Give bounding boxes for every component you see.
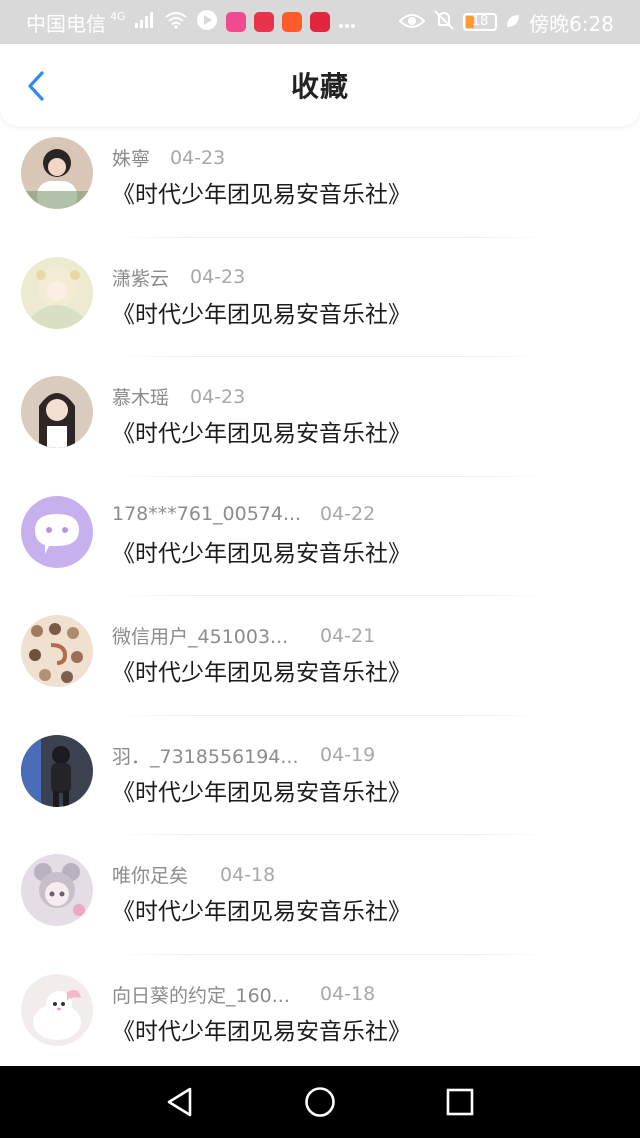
favorites-list: 姝寧 04-23 《时代少年团见易安音乐社》 潇紫云 04-23 《时代少年团见… (0, 118, 640, 1074)
item-meta: 姝寧 04-23 (112, 144, 225, 171)
mute-bell-icon (433, 9, 455, 35)
list-item[interactable]: 向日葵的约定_160... 04-18 《时代少年团见易安音乐社》 (0, 955, 640, 1075)
triangle-back-icon (167, 1087, 192, 1117)
battery-level: 18 (471, 14, 489, 29)
avatar[interactable] (21, 495, 93, 568)
date-label: 04-18 (320, 983, 376, 1005)
list-item[interactable]: 微信用户_451003... 04-21 《时代少年团见易安音乐社》 (0, 596, 640, 716)
subject-title: 《时代少年团见易安音乐社》 (112, 301, 411, 328)
play-app-icon (196, 9, 218, 36)
item-meta: 178***761_00574... 04-22 (112, 503, 375, 525)
nav-back-button[interactable] (158, 1080, 202, 1124)
nav-home-button[interactable] (298, 1080, 342, 1124)
user-name: 178***761_00574... (112, 502, 302, 525)
avatar[interactable] (21, 973, 93, 1046)
list-item[interactable]: 唯你足矣 04-18 《时代少年团见易安音乐社》 (0, 835, 640, 955)
subject-title: 《时代少年团见易安音乐社》 (112, 1018, 411, 1045)
item-meta: 潇紫云 04-23 (112, 264, 245, 291)
more-icon (338, 10, 356, 34)
list-item[interactable]: 羽．_7318556194... 04-19 《时代少年团见易安音乐社》 (0, 716, 640, 835)
list-item[interactable]: 178***761_00574... 04-22 《时代少年团见易安音乐社》 (0, 477, 640, 596)
subject-title: 《时代少年团见易安音乐社》 (112, 540, 411, 567)
item-meta: 微信用户_451003... 04-21 (112, 622, 375, 649)
carrier-label: 中国电信 (26, 11, 106, 36)
user-name: 姝寧 (112, 148, 151, 170)
status-bar: 中国电信 4G 18 傍晚6:28 (0, 0, 640, 44)
date-label: 04-23 (170, 146, 226, 169)
header-bar: 收藏 (0, 44, 640, 126)
battery-icon: 18 (463, 13, 498, 31)
wifi-icon (164, 10, 188, 34)
item-meta: 慕木瑶 04-23 (112, 383, 245, 410)
list-item[interactable]: 潇紫云 04-23 《时代少年团见易安音乐社》 (0, 238, 640, 357)
book-app-icon (253, 12, 274, 32)
circle-home-icon (305, 1087, 335, 1117)
list-item[interactable]: 姝寧 04-23 《时代少年团见易安音乐社》 (0, 118, 640, 238)
user-name: 唯你足矣 (112, 865, 189, 887)
page-title: 收藏 (290, 70, 349, 103)
user-name: 向日葵的约定_160... (112, 984, 290, 1007)
date-label: 04-21 (320, 624, 376, 647)
app-badge-icon (225, 12, 246, 32)
clock-label: 傍晚6:28 (529, 11, 614, 36)
heart-app-icon (309, 12, 330, 32)
status-left: 中国电信 4G (26, 8, 356, 37)
subject-title: 《时代少年团见易安音乐社》 (112, 182, 411, 208)
avatar[interactable] (21, 137, 93, 209)
date-label: 04-19 (320, 744, 376, 766)
subject-title: 《时代少年团见易安音乐社》 (112, 421, 411, 447)
avatar[interactable] (21, 854, 93, 926)
user-name: 潇紫云 (112, 267, 170, 290)
network-label: 4G (110, 9, 126, 23)
avatar[interactable] (21, 615, 93, 687)
avatar[interactable] (21, 256, 93, 329)
subject-title: 《时代少年团见易安音乐社》 (112, 660, 411, 686)
item-meta: 羽．_7318556194... 04-19 (112, 742, 375, 769)
leaf-icon (505, 10, 521, 34)
grid-app-icon (281, 12, 302, 32)
square-recents-icon (446, 1088, 474, 1116)
date-label: 04-22 (320, 502, 376, 525)
eye-icon (398, 10, 426, 34)
avatar[interactable] (21, 734, 93, 807)
date-label: 04-23 (190, 385, 246, 408)
status-right: 18 傍晚6:28 (398, 8, 614, 37)
subject-title: 《时代少年团见易安音乐社》 (112, 779, 411, 806)
system-nav-bar (0, 1066, 640, 1138)
user-name: 微信用户_451003... (112, 626, 289, 648)
item-meta: 唯你足矣 04-18 (112, 861, 275, 888)
user-name: 羽．_7318556194... (112, 745, 299, 768)
signal-icon (134, 10, 156, 34)
date-label: 04-23 (190, 266, 246, 288)
item-meta: 向日葵的约定_160... 04-18 (112, 981, 375, 1008)
user-name: 慕木瑶 (112, 387, 170, 409)
nav-recents-button[interactable] (438, 1080, 482, 1124)
subject-title: 《时代少年团见易安音乐社》 (112, 899, 411, 925)
chevron-left-icon (28, 71, 44, 101)
list-item[interactable]: 慕木瑶 04-23 《时代少年团见易安音乐社》 (0, 357, 640, 477)
avatar[interactable] (21, 376, 93, 448)
date-label: 04-18 (220, 863, 276, 886)
back-button[interactable] (18, 66, 54, 106)
